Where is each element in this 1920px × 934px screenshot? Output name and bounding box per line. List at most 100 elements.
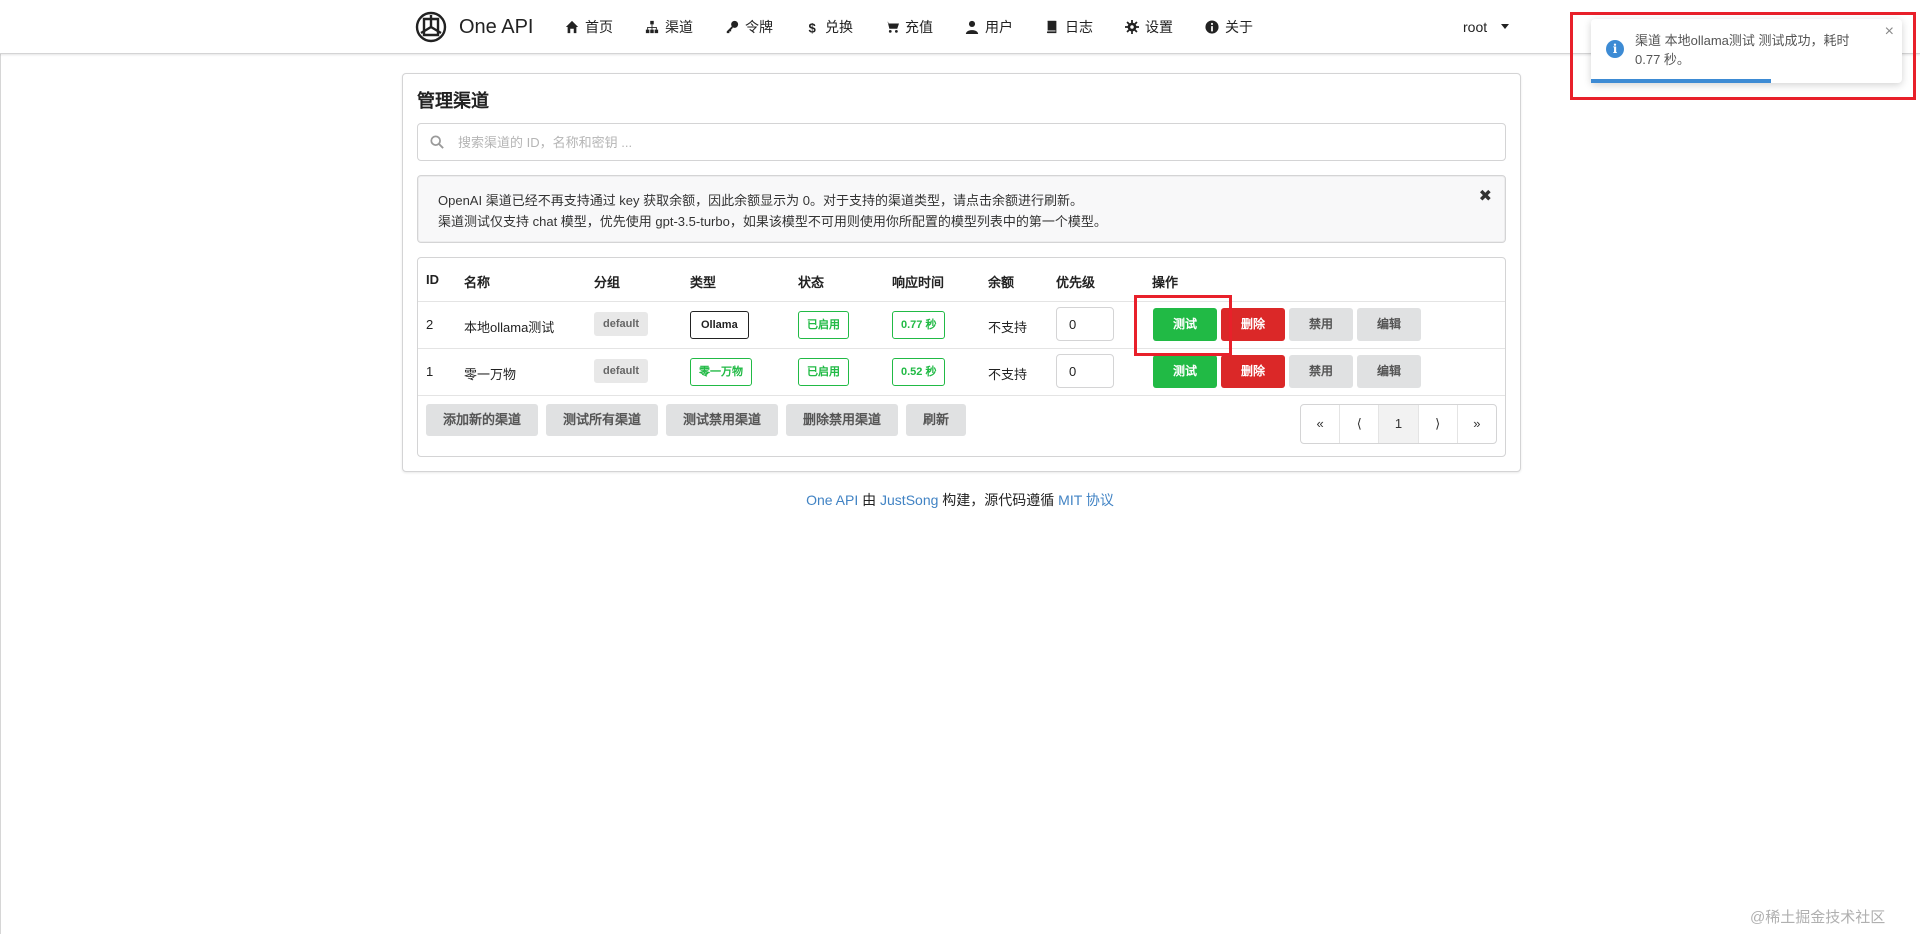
status-badge: 已启用 <box>798 358 849 386</box>
column-header-priority[interactable]: 优先级 <box>1056 272 1095 291</box>
priority-input[interactable] <box>1056 354 1114 388</box>
page-title: 管理渠道 <box>417 91 489 111</box>
column-header-status[interactable]: 状态 <box>798 272 824 291</box>
username: root <box>1463 18 1488 35</box>
row-divider <box>418 348 1505 349</box>
column-header-response-time[interactable]: 响应时间 <box>892 272 944 291</box>
delete-button[interactable]: 删除 <box>1221 355 1285 388</box>
home-icon <box>565 20 579 33</box>
nav-label: 首页 <box>585 18 613 35</box>
test-disabled-channels-button[interactable]: 测试禁用渠道 <box>666 404 779 436</box>
nav-label: 兑换 <box>825 18 853 35</box>
cell-id: 1 <box>426 364 434 379</box>
next-page-button[interactable]: ⟩ <box>1419 405 1458 443</box>
nav-item-tokens[interactable]: 令牌 <box>725 17 773 37</box>
row-divider <box>418 301 1505 302</box>
nav-label: 用户 <box>985 18 1013 35</box>
column-header-group[interactable]: 分组 <box>594 272 620 291</box>
channel-management-card: 管理渠道 OpenAI 渠道已经不再支持通过 key 获取余额，因此余额显示为 … <box>402 73 1521 472</box>
nav-item-topup[interactable]: 充值 <box>885 17 933 37</box>
key-icon <box>726 20 739 33</box>
refresh-button[interactable]: 刷新 <box>906 404 967 436</box>
window-edge <box>0 0 1 934</box>
group-label: default <box>594 312 649 336</box>
nav-label: 设置 <box>1145 18 1173 35</box>
response-time-badge[interactable]: 0.52 秒 <box>892 358 946 386</box>
first-page-button[interactable]: « <box>1301 405 1341 443</box>
channels-table: ID 名称 分组 类型 状态 响应时间 余额 优先级 操作 2 本地ollama… <box>417 257 1506 457</box>
nav-label: 关于 <box>1225 18 1253 35</box>
column-header-id[interactable]: ID <box>426 272 439 287</box>
cell-name: 零一万物 <box>464 367 517 382</box>
toast-message: 渠道 本地ollama测试 测试成功，耗时 0.77 秒。 <box>1635 33 1850 67</box>
disable-button[interactable]: 禁用 <box>1289 308 1353 341</box>
close-icon[interactable]: ✖ <box>1479 186 1492 206</box>
brand-name: One API <box>459 15 534 38</box>
response-time-badge[interactable]: 0.77 秒 <box>892 311 946 339</box>
type-label: 零一万物 <box>690 358 752 386</box>
test-all-channels-button[interactable]: 测试所有渠道 <box>546 404 659 436</box>
column-header-type[interactable]: 类型 <box>690 272 716 291</box>
search-icon <box>430 135 444 149</box>
nav-item-settings[interactable]: 设置 <box>1125 17 1173 37</box>
delete-disabled-channels-button[interactable]: 删除禁用渠道 <box>786 404 899 436</box>
cell-balance[interactable]: 不支持 <box>988 364 1027 383</box>
close-icon[interactable]: × <box>1885 23 1894 41</box>
info-icon <box>1205 19 1219 34</box>
info-notice: OpenAI 渠道已经不再支持通过 key 获取余额，因此余额显示为 0。对于支… <box>417 175 1506 243</box>
test-button[interactable]: 测试 <box>1153 355 1217 388</box>
page-1-button[interactable]: 1 <box>1379 405 1419 443</box>
type-label: Ollama <box>690 311 749 339</box>
watermark: @稀土掘金技术社区 <box>1750 909 1886 926</box>
search-bar <box>417 123 1506 161</box>
cell-id: 2 <box>426 317 434 332</box>
cell-balance[interactable]: 不支持 <box>988 317 1027 336</box>
gear-icon <box>1125 19 1139 34</box>
caret-down-icon <box>1501 24 1510 29</box>
nav-label: 令牌 <box>745 18 773 35</box>
nav-label: 渠道 <box>665 18 693 35</box>
row-divider <box>418 395 1505 396</box>
one-api-link[interactable]: One API <box>806 492 858 508</box>
user-icon <box>965 20 979 34</box>
user-dropdown[interactable]: root <box>1463 0 1510 53</box>
main-nav: 首页 渠道 令牌 $ 兑换 充值 用户 日志 设置 关于 <box>565 0 1285 53</box>
pagination: « ⟨ 1 ⟩ » <box>1300 404 1497 444</box>
sitemap-icon <box>645 20 659 33</box>
column-header-actions: 操作 <box>1152 275 1179 290</box>
nav-item-home[interactable]: 首页 <box>565 17 613 37</box>
edit-button[interactable]: 编辑 <box>1357 308 1421 341</box>
status-badge: 已启用 <box>798 311 849 339</box>
brand[interactable]: One API <box>413 8 534 46</box>
page-footer: One API 由 JustSong 构建，源代码遵循 MIT 协议 <box>0 490 1920 510</box>
toast-notification: i 渠道 本地ollama测试 测试成功，耗时 0.77 秒。 × <box>1591 19 1902 83</box>
nav-item-channels[interactable]: 渠道 <box>645 17 693 37</box>
author-link[interactable]: JustSong <box>880 492 938 508</box>
svg-text:$: $ <box>809 20 817 34</box>
nav-item-about[interactable]: 关于 <box>1205 17 1253 37</box>
priority-input[interactable] <box>1056 307 1114 341</box>
column-header-balance[interactable]: 余额 <box>988 272 1014 291</box>
cell-name: 本地ollama测试 <box>464 320 555 335</box>
license-link[interactable]: MIT 协议 <box>1058 492 1114 508</box>
info-icon: i <box>1606 40 1624 58</box>
nav-item-logs[interactable]: 日志 <box>1045 17 1093 37</box>
group-label: default <box>594 359 649 383</box>
notice-line-1: OpenAI 渠道已经不再支持通过 key 获取余额，因此余额显示为 0。对于支… <box>438 193 1083 208</box>
cart-icon <box>885 21 899 33</box>
prev-page-button[interactable]: ⟨ <box>1340 405 1380 443</box>
column-header-name[interactable]: 名称 <box>464 272 490 291</box>
edit-button[interactable]: 编辑 <box>1357 355 1421 388</box>
toast-progress-bar <box>1591 79 1772 83</box>
nav-item-redeem[interactable]: $ 兑换 <box>805 17 854 37</box>
openai-logo-icon <box>415 11 447 43</box>
nav-label: 充值 <box>905 18 933 35</box>
add-channel-button[interactable]: 添加新的渠道 <box>426 404 539 436</box>
notice-line-2: 渠道测试仅支持 chat 模型，优先使用 gpt-3.5-turbo，如果该模型… <box>438 214 1107 229</box>
search-input[interactable] <box>456 133 1505 151</box>
book-icon <box>1046 20 1057 33</box>
nav-label: 日志 <box>1065 18 1093 35</box>
disable-button[interactable]: 禁用 <box>1289 355 1353 388</box>
nav-item-users[interactable]: 用户 <box>965 17 1013 37</box>
last-page-button[interactable]: » <box>1458 405 1496 443</box>
